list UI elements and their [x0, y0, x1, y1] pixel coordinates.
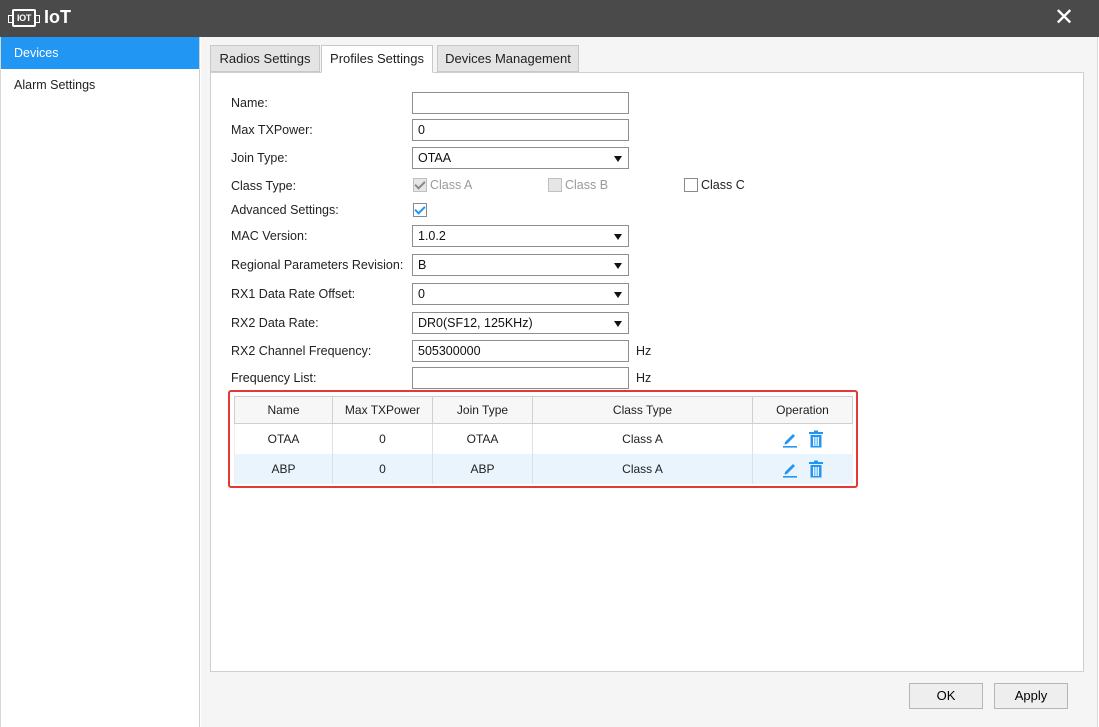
cell-class-type: Class A [533, 454, 753, 484]
join-type-select[interactable]: OTAA [412, 147, 629, 169]
title-bar: IOT IoT ✕ [0, 0, 1099, 37]
iot-logo-icon: IOT [8, 9, 40, 27]
cell-max-txpower: 0 [333, 424, 433, 454]
pencil-icon[interactable] [782, 460, 798, 478]
apply-button[interactable]: Apply [994, 683, 1068, 709]
frequency-list-label: Frequency List: [231, 371, 317, 385]
regional-parameters-label: Regional Parameters Revision: [231, 258, 404, 272]
table-row: ABP 0 ABP Class A [234, 454, 853, 484]
window-title: IoT [44, 7, 71, 27]
table-header: Name Max TXPower Join Type Class Type Op… [234, 396, 853, 424]
cell-join-type: ABP [433, 454, 533, 484]
trash-icon[interactable] [808, 430, 824, 448]
cell-join-type: OTAA [433, 424, 533, 454]
class-c-checkbox[interactable] [684, 178, 698, 192]
mac-version-label: MAC Version: [231, 229, 308, 243]
advanced-settings-checkbox[interactable] [413, 203, 427, 217]
class-b-checkbox [548, 178, 562, 192]
main-content: Radios Settings Profiles Settings Device… [201, 37, 1098, 727]
rx2-frequency-unit: Hz [636, 344, 652, 358]
class-c-label: Class C [701, 178, 745, 192]
header-join-type: Join Type [433, 397, 533, 423]
rx1-offset-select[interactable]: 0 [412, 283, 629, 305]
close-icon[interactable]: ✕ [1050, 4, 1078, 32]
rx2-frequency-input[interactable]: 505300000 [412, 340, 629, 362]
profiles-table-highlight: Name Max TXPower Join Type Class Type Op… [228, 390, 858, 488]
cell-max-txpower: 0 [333, 454, 433, 484]
class-a-checkbox [413, 178, 427, 192]
frequency-list-input[interactable] [412, 367, 629, 389]
cell-operation [753, 454, 852, 484]
header-name: Name [235, 397, 333, 423]
check-icon [414, 178, 426, 190]
cell-name: OTAA [235, 424, 333, 454]
profiles-panel: Name: Max TXPower: 0 Join Type: OTAA Cla… [210, 72, 1084, 672]
header-class-type: Class Type [533, 397, 753, 423]
frequency-list-unit: Hz [636, 371, 652, 385]
tab-devices-management[interactable]: Devices Management [437, 45, 579, 72]
advanced-settings-label: Advanced Settings: [231, 203, 339, 217]
class-b-label: Class B [565, 178, 609, 192]
name-label: Name: [231, 96, 268, 110]
cell-operation [753, 424, 852, 454]
rx2-data-rate-select[interactable]: DR0(SF12, 125KHz) [412, 312, 629, 334]
tab-radios-settings[interactable]: Radios Settings [210, 45, 320, 72]
trash-icon[interactable] [808, 460, 824, 478]
sidebar: Devices Alarm Settings [0, 37, 200, 727]
max-txpower-label: Max TXPower: [231, 123, 313, 137]
tab-profiles-settings[interactable]: Profiles Settings [321, 45, 433, 73]
regional-parameters-select[interactable]: B [412, 254, 629, 276]
cell-name: ABP [235, 454, 333, 484]
max-txpower-input[interactable]: 0 [412, 119, 629, 141]
ok-button[interactable]: OK [909, 683, 983, 709]
class-type-label: Class Type: [231, 179, 297, 193]
header-max-txpower: Max TXPower [333, 397, 433, 423]
profiles-table: Name Max TXPower Join Type Class Type Op… [234, 396, 853, 484]
pencil-icon[interactable] [782, 430, 798, 448]
rx1-offset-label: RX1 Data Rate Offset: [231, 287, 356, 301]
sidebar-item-devices[interactable]: Devices [1, 37, 199, 69]
mac-version-select[interactable]: 1.0.2 [412, 225, 629, 247]
table-row: OTAA 0 OTAA Class A [234, 424, 853, 454]
name-input[interactable] [412, 92, 629, 114]
rx2-data-rate-label: RX2 Data Rate: [231, 316, 319, 330]
class-a-label: Class A [430, 178, 473, 192]
sidebar-item-alarm-settings[interactable]: Alarm Settings [1, 69, 199, 101]
join-type-label: Join Type: [231, 151, 288, 165]
rx2-frequency-label: RX2 Channel Frequency: [231, 344, 372, 358]
header-operation: Operation [776, 403, 829, 417]
cell-class-type: Class A [533, 424, 753, 454]
check-icon [414, 203, 426, 215]
